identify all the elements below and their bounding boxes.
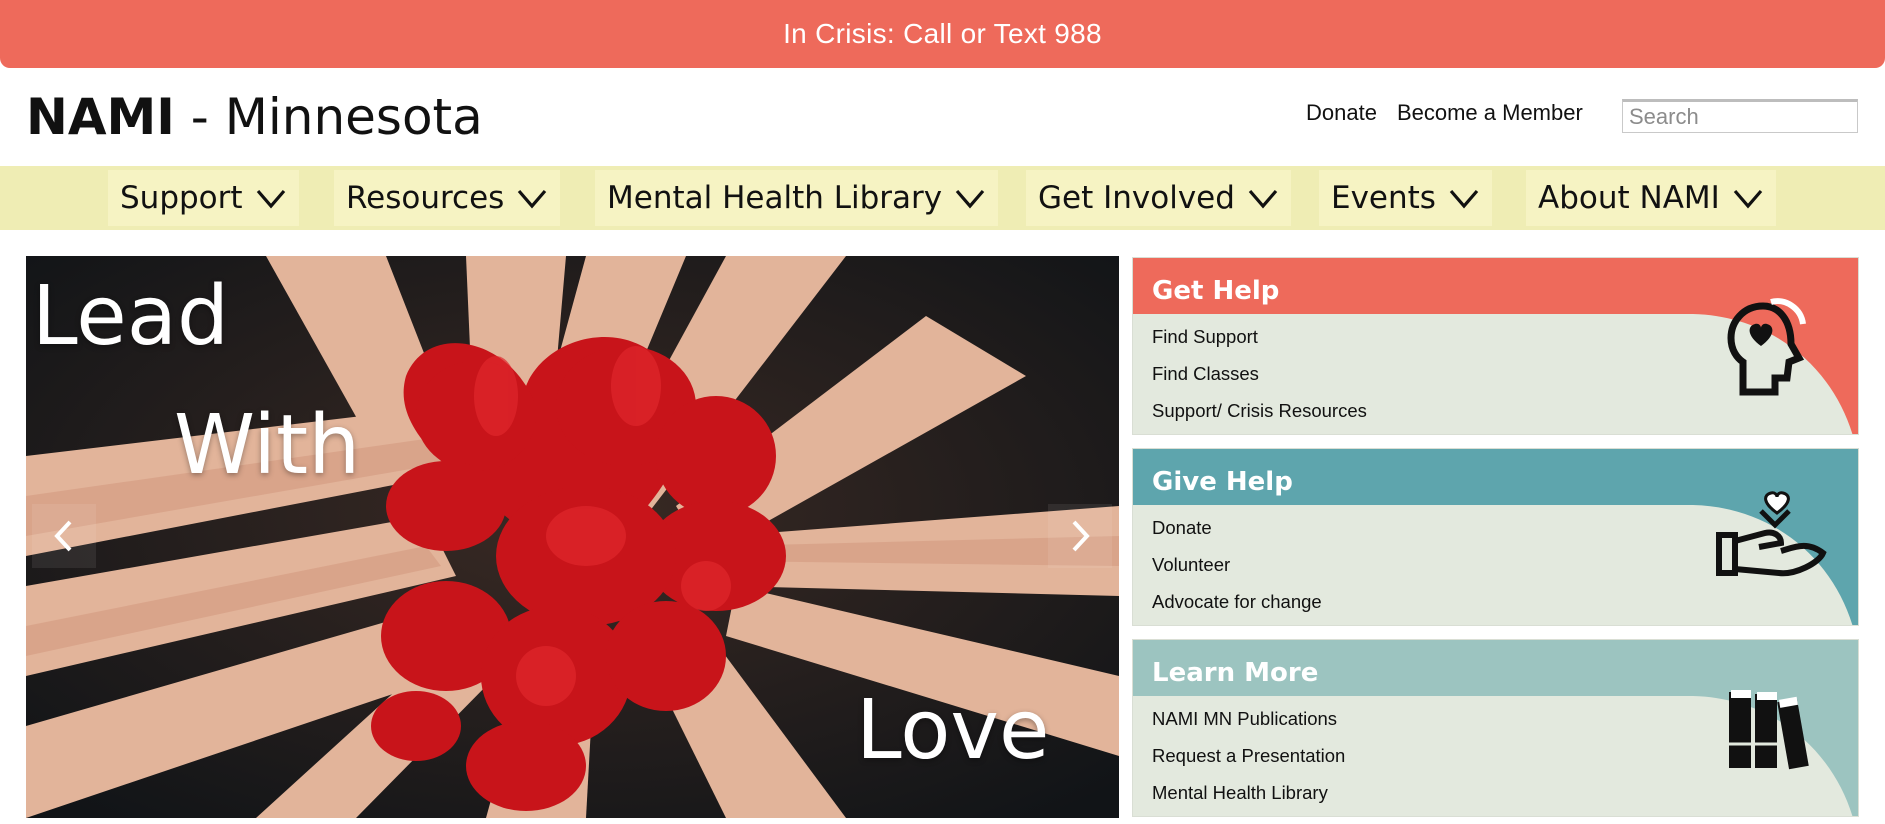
give-help-links: Donate Volunteer Advocate for change (1152, 509, 1322, 620)
donate-link[interactable]: Donate (1306, 100, 1377, 126)
carousel-next-button[interactable] (1048, 504, 1112, 568)
hero-word-with: With (174, 398, 361, 493)
chevron-down-icon (1248, 189, 1278, 209)
nav-item-resources[interactable]: Resources (334, 170, 561, 226)
list-item[interactable]: Donate (1152, 509, 1322, 546)
list-item[interactable]: Support/ Crisis Resources (1152, 392, 1367, 429)
crisis-banner[interactable]: In Crisis: Call or Text 988 (0, 0, 1885, 68)
hero-carousel: Lead With Love (26, 256, 1119, 818)
nav-item-label: Support (120, 180, 243, 216)
head-heart-icon (1727, 298, 1806, 396)
learn-more-card: Learn More NAMI MN Publications Request … (1132, 639, 1859, 817)
hand-heart-icon (1716, 491, 1827, 577)
chevron-down-icon (518, 189, 547, 209)
list-item[interactable]: Volunteer (1152, 546, 1322, 583)
logo-region: - Minnesota (174, 88, 483, 146)
hero-word-love: Love (856, 683, 1050, 778)
crisis-banner-text[interactable]: In Crisis: Call or Text 988 (783, 18, 1102, 50)
nav-item-get-involved[interactable]: Get Involved (1026, 170, 1291, 226)
hero-word-lead: Lead (32, 269, 229, 364)
main-nav: Support Resources Mental Health Library … (0, 166, 1885, 230)
chevron-down-icon (1449, 189, 1479, 209)
nav-item-label: Resources (346, 180, 505, 216)
books-icon (1729, 690, 1809, 770)
chevron-down-icon (256, 189, 285, 209)
learn-more-links: NAMI MN Publications Request a Presentat… (1152, 700, 1345, 811)
list-item[interactable]: Advocate for change (1152, 583, 1322, 620)
nav-item-about-nami[interactable]: About NAMI (1526, 170, 1776, 226)
chevron-down-icon (1733, 189, 1763, 209)
nav-item-mental-health-library[interactable]: Mental Health Library (595, 170, 999, 226)
nav-item-events[interactable]: Events (1319, 170, 1492, 226)
nav-item-label: Get Involved (1038, 180, 1235, 216)
get-help-title[interactable]: Get Help (1152, 276, 1279, 306)
list-item[interactable]: Request a Presentation (1152, 737, 1345, 774)
get-help-card: Get Help Find Support Find Classes Suppo… (1132, 257, 1859, 435)
give-help-card: Give Help Donate Volunteer Advocate for … (1132, 448, 1859, 626)
logo-nami: NAMI (26, 88, 175, 146)
nav-item-label: Events (1331, 180, 1436, 216)
search-input[interactable] (1622, 99, 1858, 133)
nav-item-label: About NAMI (1538, 180, 1720, 216)
list-item[interactable]: Mental Health Library (1152, 774, 1345, 811)
carousel-prev-button[interactable] (32, 504, 96, 568)
chevron-right-icon (1072, 520, 1090, 552)
give-help-title[interactable]: Give Help (1152, 467, 1293, 497)
utility-links: Donate Become a Member (1306, 100, 1583, 126)
chevron-down-icon (955, 189, 985, 209)
list-item[interactable]: NAMI MN Publications (1152, 700, 1345, 737)
chevron-left-icon (54, 520, 72, 552)
nav-item-support[interactable]: Support (108, 170, 299, 226)
list-item[interactable]: Find Support (1152, 318, 1367, 355)
become-member-link[interactable]: Become a Member (1397, 100, 1583, 126)
nav-item-label: Mental Health Library (607, 180, 943, 216)
learn-more-title[interactable]: Learn More (1152, 658, 1318, 688)
list-item[interactable]: Find Classes (1152, 355, 1367, 392)
site-logo[interactable]: NAMI - Minnesota (26, 88, 483, 146)
get-help-links: Find Support Find Classes Support/ Crisi… (1152, 318, 1367, 429)
